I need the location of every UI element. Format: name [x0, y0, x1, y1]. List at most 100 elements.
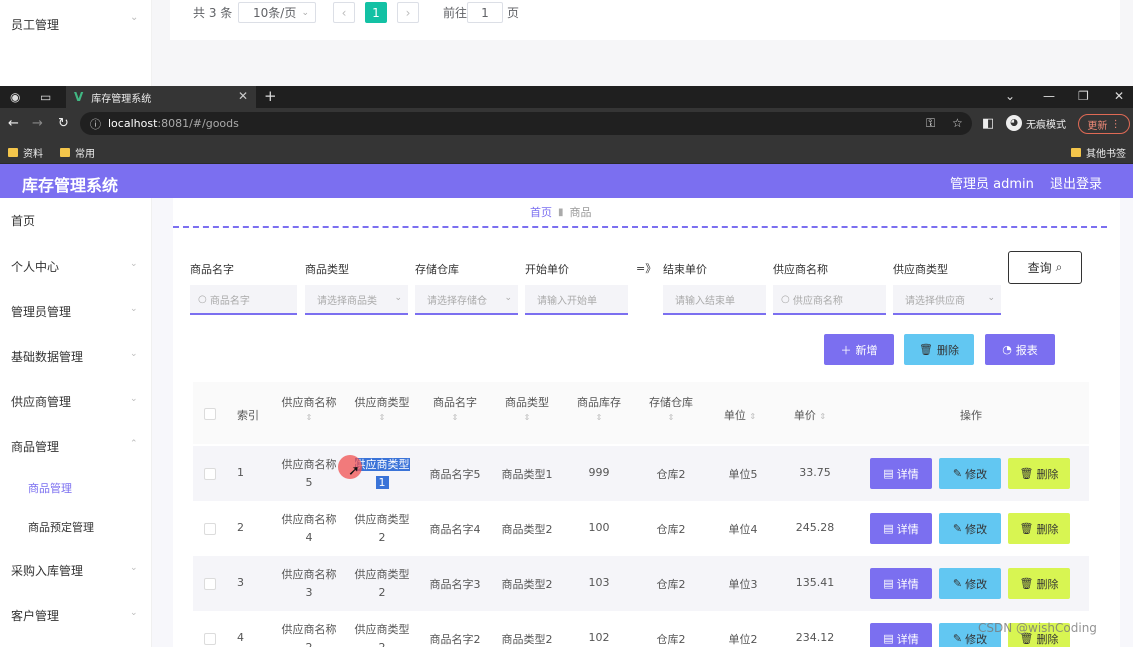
plus-icon: ＋: [840, 343, 852, 357]
row-checkbox[interactable]: [204, 468, 216, 480]
restore-icon[interactable]: ❐: [1078, 89, 1089, 103]
delete-button[interactable]: 🗑 删除: [1008, 458, 1070, 489]
url-field[interactable]: ⓘ localhost:8081/#/goods ⚿ ☆: [80, 112, 972, 135]
detail-icon: ▤: [883, 632, 894, 645]
header-price[interactable]: 单价 ⇕: [785, 407, 835, 423]
bookmark-folder[interactable]: 常用: [60, 145, 95, 160]
breadcrumb-home[interactable]: 首页: [530, 204, 552, 220]
watermark: CSDN @wishCoding: [978, 621, 1097, 635]
add-button[interactable]: ＋新增: [824, 334, 894, 365]
supplier-name-input[interactable]: ○ 供应商名称: [773, 285, 886, 315]
prev-page-button[interactable]: ‹: [333, 2, 355, 23]
side-panel-icon[interactable]: ◧: [982, 116, 994, 131]
new-tab-icon[interactable]: +: [264, 87, 277, 105]
reload-icon[interactable]: ↻: [58, 116, 69, 131]
sidebar-item-base-data[interactable]: 基础数据管理: [11, 348, 83, 365]
current-user: 管理员 admin: [950, 177, 1034, 192]
close-icon[interactable]: ✕: [238, 89, 248, 103]
delete-button[interactable]: 🗑 删除: [1008, 568, 1070, 599]
goods-name-placeholder: 商品名字: [209, 295, 250, 307]
select-all-checkbox[interactable]: [204, 408, 216, 420]
next-page-button[interactable]: ›: [397, 2, 419, 23]
header-supplier-type[interactable]: 供应商类型 ⇕: [352, 394, 412, 423]
selected-text-highlight: 1: [375, 476, 389, 489]
sidebar-subitem-goods-booking[interactable]: 商品预定管理: [28, 519, 94, 535]
batch-delete-button[interactable]: 🗑 删除: [904, 334, 974, 365]
incognito-indicator[interactable]: ◕ 无痕模式: [1006, 115, 1066, 131]
start-price-input[interactable]: 请输入开始单: [525, 285, 628, 315]
goods-name-input[interactable]: ○ 商品名字: [190, 285, 297, 315]
sidebar-item-goods[interactable]: 商品管理: [11, 438, 59, 455]
update-button[interactable]: 更新 ⋮: [1078, 114, 1130, 134]
cell-warehouse: 仓库2: [656, 578, 686, 591]
logout-link[interactable]: 退出登录: [1050, 173, 1102, 192]
table-row: 1 供应商名称 5 供应商类型 1 商品名字5 商品类型1 999 仓库2 单位5 …: [193, 446, 1089, 501]
supplier-type-placeholder: 请选择供应商: [905, 295, 965, 307]
star-icon[interactable]: ☆: [952, 116, 963, 130]
sidebar-item-admins[interactable]: 管理员管理: [11, 303, 71, 320]
filter-label-warehouse: 存储仓库: [415, 263, 459, 276]
chevron-down-icon[interactable]: ⌄: [1005, 89, 1015, 103]
forward-icon[interactable]: →: [32, 116, 43, 131]
sort-icon: ⇕: [595, 413, 603, 422]
goto-page-input[interactable]: 1: [467, 2, 503, 23]
header-warehouse[interactable]: 存储仓库 ⇕: [641, 394, 701, 423]
report-button[interactable]: ◔ 报表: [985, 334, 1055, 365]
row-checkbox[interactable]: [204, 633, 216, 645]
address-bar: ← → ↻ ⓘ localhost:8081/#/goods ⚿ ☆ ◧ ◕ 无…: [0, 108, 1133, 140]
sidebar-item-profile[interactable]: 个人中心: [11, 258, 59, 275]
header-supplier-name[interactable]: 供应商名称 ⇕: [279, 394, 339, 423]
bookmark-folder[interactable]: 资料: [8, 145, 43, 160]
edit-button[interactable]: ✎ 修改: [939, 513, 1001, 544]
detail-button[interactable]: ▤ 详情: [870, 513, 932, 544]
cell-supplier-type: 供应商类型 2: [352, 621, 412, 647]
key-icon[interactable]: ⚿: [926, 116, 935, 131]
sidebar-subitem-goods[interactable]: 商品管理: [28, 480, 72, 496]
globe-icon[interactable]: ◉: [10, 90, 20, 104]
edit-icon: ✎: [952, 577, 963, 590]
goods-type-select[interactable]: 请选择商品类 ⌄: [305, 285, 408, 315]
sidebar-item-purchase[interactable]: 采购入库管理: [11, 562, 83, 579]
row-checkbox[interactable]: [204, 578, 216, 590]
cell-goods-name: 商品名字4: [429, 523, 481, 536]
row-checkbox[interactable]: [204, 523, 216, 535]
header-unit[interactable]: 单位 ⇕: [715, 407, 765, 423]
page-number-1[interactable]: 1: [365, 2, 387, 23]
browser-tab-active[interactable]: V 库存管理系统 ✕: [66, 86, 256, 108]
cell-price: 234.12: [795, 631, 835, 644]
cell-supplier-name: 供应商名称 3: [279, 566, 339, 602]
sort-icon: ⇕: [305, 413, 313, 422]
supplier-type-select[interactable]: 请选择供应商 ⌄: [893, 285, 1001, 315]
edit-button[interactable]: ✎ 修改: [939, 458, 1001, 489]
window-close-icon[interactable]: ✕: [1114, 89, 1124, 103]
edit-label: 修改: [965, 577, 988, 591]
query-button[interactable]: 查询 ⌕: [1008, 251, 1082, 284]
detail-label: 详情: [896, 522, 919, 536]
header-goods-name[interactable]: 商品名字 ⇕: [425, 394, 485, 423]
folder-icon: [8, 148, 18, 157]
sidebar-item-home[interactable]: 首页: [11, 212, 35, 229]
back-icon[interactable]: ←: [8, 116, 19, 131]
bookmark-label: 常用: [75, 149, 95, 160]
edit-button[interactable]: ✎ 修改: [939, 568, 1001, 599]
header-stock[interactable]: 商品库存 ⇕: [569, 394, 629, 423]
page-size-select[interactable]: 10条/页 ⌄: [238, 2, 316, 23]
sidebar-item-suppliers[interactable]: 供应商管理: [11, 393, 71, 410]
info-icon[interactable]: ⓘ: [90, 116, 101, 132]
url-host: localhost: [108, 117, 158, 130]
chevron-down-icon: ⌄: [130, 304, 138, 314]
detail-button[interactable]: ▤ 详情: [870, 623, 932, 647]
other-bookmarks[interactable]: 其他书签: [1071, 145, 1126, 160]
tab-search-icon[interactable]: ▭: [40, 90, 51, 104]
cell-supplier-name-text: 供应商名称: [281, 458, 337, 471]
cell-unit: 单位5: [728, 468, 758, 481]
minimize-icon[interactable]: —: [1043, 89, 1055, 103]
header-goods-type[interactable]: 商品类型 ⇕: [497, 394, 557, 423]
delete-button[interactable]: 🗑 删除: [1008, 513, 1070, 544]
end-price-input[interactable]: 请输入结束单: [663, 285, 766, 315]
detail-button[interactable]: ▤ 详情: [870, 568, 932, 599]
prev-sidebar-item-staff[interactable]: 员工管理: [11, 16, 59, 33]
warehouse-select[interactable]: 请选择存储仓 ⌄: [415, 285, 518, 315]
detail-button[interactable]: ▤ 详情: [870, 458, 932, 489]
sidebar-item-customers[interactable]: 客户管理: [11, 607, 59, 624]
